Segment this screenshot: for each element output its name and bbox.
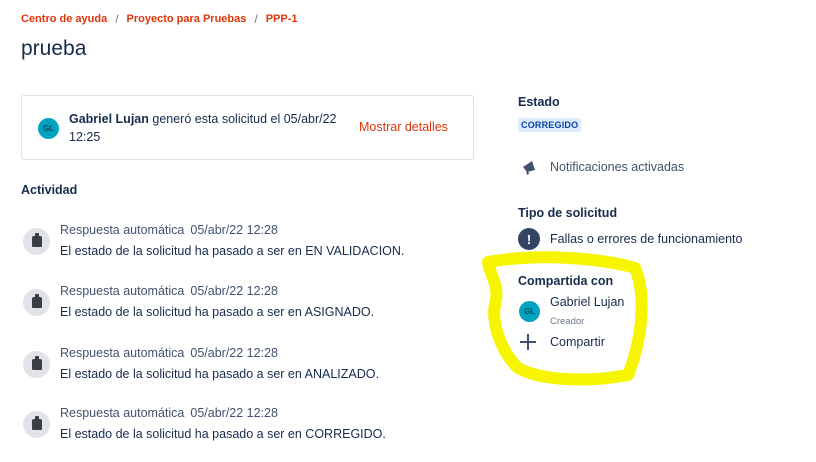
show-details-link[interactable]: Mostrar detalles [359, 120, 448, 134]
request-summary-text: Gabriel Lujan generó esta solicitud el 0… [69, 110, 349, 146]
activity-timestamp: 05/abr/22 12:28 [190, 346, 278, 360]
breadcrumb: Centro de ayuda / Proyecto para Pruebas … [21, 12, 298, 26]
summary-author: Gabriel Lujan [69, 112, 149, 126]
shared-with-heading: Compartida con [518, 274, 614, 288]
activity-timestamp: 05/abr/22 12:28 [190, 284, 278, 298]
plus-icon [518, 332, 538, 352]
activity-author: Respuesta automática [60, 406, 185, 420]
activity-author: Respuesta automática [60, 346, 185, 360]
breadcrumb-issue-key[interactable]: PPP-1 [266, 13, 298, 25]
request-summary-card: GL Gabriel Lujan generó esta solicitud e… [21, 95, 474, 160]
shared-user-role: Creador [550, 316, 585, 327]
notifications-label: Notificaciones activadas [550, 160, 685, 174]
share-button[interactable]: Compartir [518, 332, 605, 352]
activity-timestamp: 05/abr/22 12:28 [190, 406, 278, 420]
activity-text: El estado de la solicitud ha pasado a se… [60, 367, 379, 381]
request-type: ! Fallas o errores de funcionamiento [518, 228, 742, 250]
activity-author: Respuesta automática [60, 223, 185, 237]
robot-icon [23, 289, 50, 316]
robot-icon [23, 351, 50, 378]
request-type-heading: Tipo de solicitud [518, 206, 618, 220]
robot-icon [23, 411, 50, 438]
activity-item: Respuesta automática 05/abr/22 12:28 El e… [21, 284, 461, 324]
activity-text: El estado de la solicitud ha pasado a se… [60, 427, 386, 441]
activity-text: El estado de la solicitud ha pasado a se… [60, 305, 375, 319]
page-title: prueba [21, 37, 87, 60]
breadcrumb-separator: / [115, 12, 119, 26]
activity-heading: Actividad [21, 183, 78, 197]
activity-item: Respuesta automática 05/abr/22 12:28 El e… [21, 223, 461, 263]
breadcrumb-help-center[interactable]: Centro de ayuda [21, 13, 107, 25]
share-button-label: Compartir [550, 335, 605, 349]
activity-text: El estado de la solicitud ha pasado a se… [60, 244, 405, 258]
request-type-label: Fallas o errores de funcionamiento [550, 232, 743, 246]
status-badge: CORREGIDO [518, 118, 582, 132]
robot-icon [23, 228, 50, 255]
breadcrumb-separator: / [254, 12, 258, 26]
shared-user-name: Gabriel Lujan [550, 295, 625, 309]
avatar: GL [519, 301, 540, 322]
exclamation-icon: ! [518, 228, 540, 250]
breadcrumb-project[interactable]: Proyecto para Pruebas [127, 13, 247, 25]
activity-timestamp: 05/abr/22 12:28 [190, 223, 278, 237]
activity-author: Respuesta automática [60, 284, 185, 298]
avatar: GL [38, 118, 59, 139]
megaphone-icon [523, 161, 535, 175]
status-heading: Estado [518, 95, 560, 109]
activity-item: Respuesta automática 05/abr/22 12:28 El e… [21, 406, 461, 446]
notifications-toggle[interactable]: Notificaciones activadas [520, 158, 684, 176]
activity-item: Respuesta automática 05/abr/22 12:28 El e… [21, 346, 461, 386]
